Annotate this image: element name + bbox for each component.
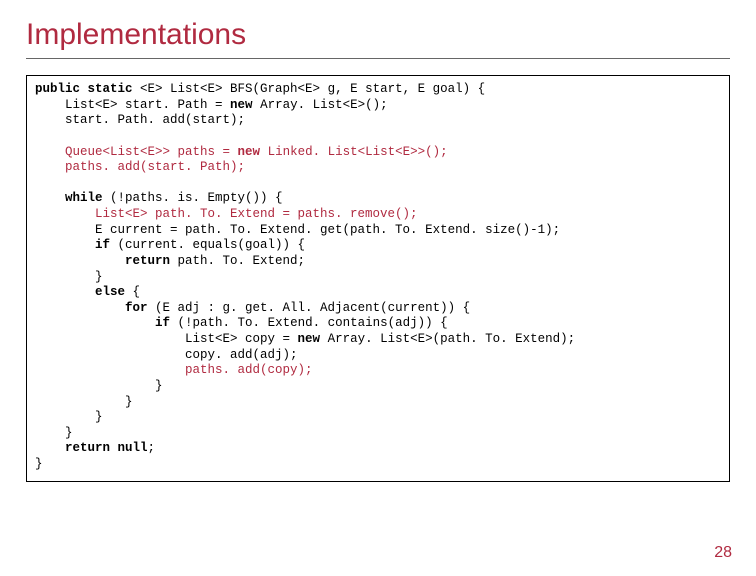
code-text: (current. equals(goal)) { bbox=[110, 238, 305, 252]
code-text bbox=[35, 441, 65, 455]
code-text bbox=[35, 285, 95, 299]
code-text: start. Path. add(start); bbox=[35, 113, 245, 127]
code-text: } bbox=[35, 395, 133, 409]
code-text: copy. add(adj); bbox=[35, 348, 298, 362]
code-text: (!path. To. Extend. contains(adj)) { bbox=[170, 316, 448, 330]
code-block: public static <E> List<E> BFS(Graph<E> g… bbox=[26, 75, 730, 482]
code-highlight: Queue<List<E>> paths = bbox=[35, 145, 238, 159]
code-text: <E> List<E> BFS(Graph<E> g, E start, E g… bbox=[133, 82, 486, 96]
code-text bbox=[35, 238, 95, 252]
code-text: Array. List<E>(); bbox=[253, 98, 388, 112]
code-text: { bbox=[125, 285, 140, 299]
code-keyword: return null bbox=[65, 441, 148, 455]
code-keyword: while bbox=[65, 191, 103, 205]
code-keyword: new bbox=[230, 98, 253, 112]
code-text: E current = path. To. Extend. get(path. … bbox=[35, 223, 560, 237]
code-keyword: if bbox=[95, 238, 110, 252]
code-text: ; bbox=[148, 441, 156, 455]
code-text: (!paths. is. Empty()) { bbox=[103, 191, 283, 205]
code-keyword: else bbox=[95, 285, 125, 299]
code-text: path. To. Extend; bbox=[170, 254, 305, 268]
code-highlight: paths. add(start. Path); bbox=[35, 160, 245, 174]
code-text bbox=[35, 301, 125, 315]
code-keyword: if bbox=[155, 316, 170, 330]
code-highlight: paths. add(copy); bbox=[35, 363, 313, 377]
code-keyword: for bbox=[125, 301, 148, 315]
code-text: } bbox=[35, 270, 103, 284]
code-text: Array. List<E>(path. To. Extend); bbox=[320, 332, 575, 346]
slide: Implementations public static <E> List<E… bbox=[0, 0, 756, 576]
code-highlight: List<E> path. To. Extend = paths. remove… bbox=[35, 207, 418, 221]
page-number: 28 bbox=[714, 544, 732, 562]
code-keyword: return bbox=[125, 254, 170, 268]
code-text: List<E> copy = bbox=[35, 332, 298, 346]
code-keyword: public static bbox=[35, 82, 133, 96]
code-text: } bbox=[35, 410, 103, 424]
slide-title: Implementations bbox=[26, 18, 730, 59]
code-keyword: new bbox=[238, 145, 261, 159]
code-text bbox=[35, 254, 125, 268]
code-text bbox=[35, 316, 155, 330]
code-highlight: Linked. List<List<E>>(); bbox=[260, 145, 448, 159]
code-text: } bbox=[35, 426, 73, 440]
code-keyword: new bbox=[298, 332, 321, 346]
code-text: } bbox=[35, 379, 163, 393]
code-text: } bbox=[35, 457, 43, 471]
code-text bbox=[35, 191, 65, 205]
code-text: (E adj : g. get. All. Adjacent(current))… bbox=[148, 301, 471, 315]
code-text: List<E> start. Path = bbox=[35, 98, 230, 112]
